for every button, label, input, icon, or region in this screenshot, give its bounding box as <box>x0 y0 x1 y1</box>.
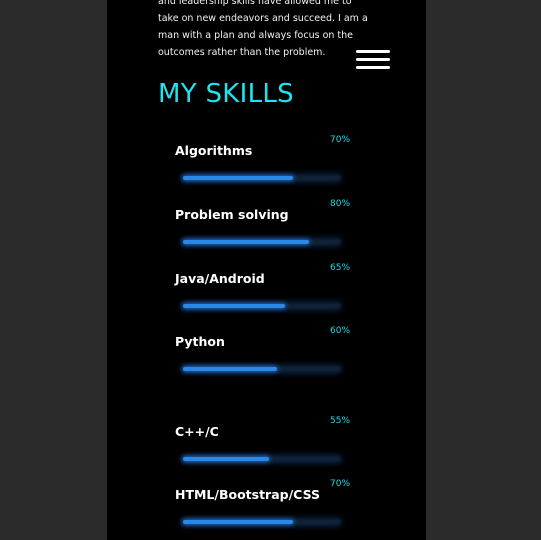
skill-progress-track <box>183 240 340 244</box>
skill-progress-fill <box>183 367 278 371</box>
skill-progress-fill <box>183 176 293 180</box>
skill-progress-fill <box>183 240 309 244</box>
skill-name: C++/C <box>175 424 219 439</box>
skill-progress-track <box>183 520 340 524</box>
skill-percent: 65% <box>330 263 351 273</box>
skill-percent: 60% <box>330 326 351 336</box>
skill-name: Python <box>175 334 225 349</box>
skill-item: Algorithms 70% <box>107 135 426 195</box>
skill-progress-fill <box>183 520 293 524</box>
skill-name: Algorithms <box>175 143 253 158</box>
skill-progress-fill <box>183 457 270 461</box>
skill-item: C++/C 55% <box>107 416 426 476</box>
skill-percent: 70% <box>330 135 351 145</box>
skills-list: Algorithms 70% Problem solving 80% Java/Andr… <box>107 0 426 540</box>
skill-percent: 80% <box>330 199 351 209</box>
skill-name: Java/Android <box>175 271 265 286</box>
skill-progress-track <box>183 304 340 308</box>
skill-progress-fill <box>183 304 286 308</box>
skill-item: Problem solving 80% <box>107 199 426 259</box>
skill-name: HTML/Bootstrap/CSS <box>175 487 321 502</box>
skill-percent: 55% <box>330 416 351 426</box>
skill-item: Python 60% <box>107 326 426 386</box>
page-viewport: and leadership skills have allowed me to… <box>107 0 426 540</box>
skill-item: HTML/Bootstrap/CSS 70% <box>107 479 426 539</box>
skill-progress-track <box>183 176 340 180</box>
skill-progress-track <box>183 457 340 461</box>
skill-item: Java/Android 65% <box>107 263 426 323</box>
skill-percent: 70% <box>330 479 351 489</box>
skill-progress-track <box>183 367 340 371</box>
skill-name: Problem solving <box>175 207 289 222</box>
